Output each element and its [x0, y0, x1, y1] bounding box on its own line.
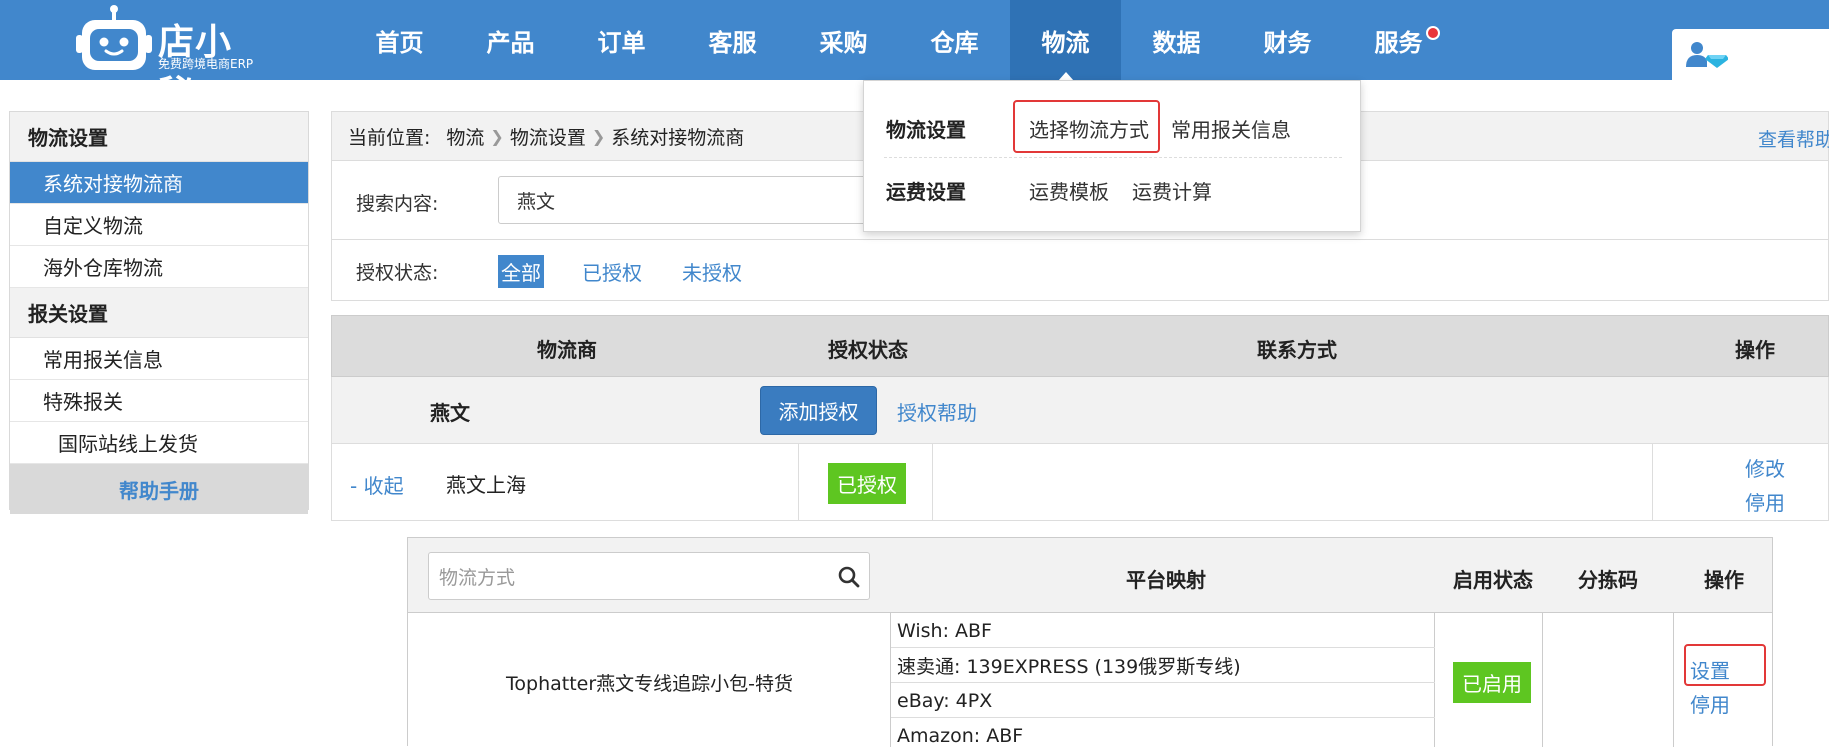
sidebar-group-logistics-settings: 物流设置 — [10, 112, 308, 162]
sidebar-help-manual[interactable]: 帮助手册 — [10, 464, 308, 514]
sidebar-group-customs-settings: 报关设置 — [10, 288, 308, 338]
sidebar-item-customs-info[interactable]: 常用报关信息 — [10, 338, 308, 380]
nav-home[interactable]: 首页 — [344, 0, 455, 80]
nav-warehouse[interactable]: 仓库 — [899, 0, 1010, 80]
column-header-auth-status: 授权状态 — [828, 338, 908, 362]
method-settings-link[interactable]: 设置 — [1680, 654, 1740, 688]
breadcrumb-item-current: 系统对接物流商 — [611, 126, 745, 149]
method-search-input[interactable]: 物流方式 — [428, 552, 870, 600]
status-badge: 已授权 — [828, 463, 906, 504]
menu-item-freight-template[interactable]: 运费模板 — [1029, 176, 1109, 205]
menu-item-freight-calculator[interactable]: 运费计算 — [1132, 176, 1212, 205]
nav-data[interactable]: 数据 — [1121, 0, 1232, 80]
main-nav: 首页 产品 订单 客服 采购 仓库 物流 数据 财务 服务 — [344, 0, 1454, 81]
cell-divider — [1673, 613, 1674, 747]
nav-finance[interactable]: 财务 — [1232, 0, 1343, 80]
column-header-method-actions: 操作 — [1704, 568, 1744, 592]
status-filter-all[interactable]: 全部 — [498, 255, 544, 288]
status-filter-authorized[interactable]: 已授权 — [579, 255, 645, 288]
add-authorization-button[interactable]: 添加授权 — [760, 386, 877, 435]
disable-account-link[interactable]: 停用 — [1735, 486, 1795, 520]
shipping-method-table: 物流方式 平台映射 启用状态 分拣码 操作 Tophatter燕文专线追踪小包-… — [407, 537, 1773, 747]
notification-dot — [1426, 26, 1440, 40]
column-header-enabled-status: 启用状态 — [1453, 568, 1533, 592]
nav-products[interactable]: 产品 — [455, 0, 566, 80]
method-table-header: 物流方式 平台映射 启用状态 分拣码 操作 — [408, 538, 1772, 613]
column-header-platform-mapping: 平台映射 — [1126, 568, 1206, 592]
breadcrumb-label: 当前位置: — [348, 126, 431, 149]
method-disable-link[interactable]: 停用 — [1680, 688, 1740, 722]
chevron-right-icon: ❯ — [490, 126, 504, 146]
dropdown-divider — [884, 157, 1342, 158]
sidebar-item-overseas-warehouse[interactable]: 海外仓库物流 — [10, 246, 308, 288]
user-diamond-icon — [1686, 42, 1728, 68]
robot-logo-icon — [76, 5, 152, 70]
brand-logo[interactable]: 店小秘 免费跨境电商ERP — [74, 3, 264, 115]
sidebar-item-special-customs[interactable]: 特殊报关 — [10, 380, 308, 422]
nav-purchasing[interactable]: 采购 — [788, 0, 899, 80]
nav-services-label: 服务 — [1374, 28, 1423, 57]
list-item: Amazon: ABF — [897, 725, 1024, 747]
cell-divider — [932, 444, 933, 520]
menu-item-select-shipping-method[interactable]: 选择物流方式 — [1029, 114, 1149, 143]
edit-account-link[interactable]: 修改 — [1735, 452, 1795, 486]
search-icon[interactable] — [837, 565, 861, 589]
account-actions: 修改 停用 — [1735, 452, 1795, 520]
carrier-name: 燕文 — [430, 401, 470, 425]
column-header-sort-code: 分拣码 — [1578, 568, 1638, 592]
menu-item-customs-info[interactable]: 常用报关信息 — [1171, 114, 1291, 143]
status-filter-unauthorized[interactable]: 未授权 — [679, 255, 745, 288]
chevron-right-icon: ❯ — [591, 126, 606, 146]
table-row: - 收起 燕文上海 已授权 修改 停用 — [331, 444, 1829, 521]
shipping-method-name: Tophatter燕文专线追踪小包-特货 — [506, 673, 794, 695]
cell-divider — [798, 444, 799, 520]
dropdown-group-logistics-settings: 物流设置 — [886, 118, 966, 142]
nav-logistics[interactable]: 物流 — [1010, 0, 1121, 81]
nav-orders[interactable]: 订单 — [566, 0, 677, 80]
account-name: 燕文上海 — [446, 473, 526, 497]
breadcrumb-item-logistics-settings[interactable]: 物流设置 — [510, 123, 586, 150]
user-menu[interactable] — [1672, 29, 1829, 80]
column-header-actions: 操作 — [1735, 338, 1775, 362]
list-item: Wish: ABF — [891, 614, 1435, 648]
filter-divider — [332, 239, 1828, 240]
cell-divider — [1652, 444, 1653, 520]
list-item: 速卖通: 139EXPRESS (139俄罗斯专线) — [891, 649, 1435, 683]
nav-customer-service[interactable]: 客服 — [677, 0, 788, 80]
column-header-carrier: 物流商 — [537, 338, 597, 362]
method-search-placeholder: 物流方式 — [439, 566, 516, 589]
carrier-group-row: 燕文 添加授权 授权帮助 — [331, 377, 1829, 444]
sidebar-item-system-carriers[interactable]: 系统对接物流商 — [10, 162, 308, 204]
view-help-link[interactable]: 查看帮助 — [1758, 125, 1829, 152]
collapse-toggle[interactable]: - 收起 — [350, 470, 404, 499]
brand-tagline: 免费跨境电商ERP — [158, 57, 254, 71]
column-header-contact: 联系方式 — [1257, 338, 1337, 362]
top-header: 店小秘 免费跨境电商ERP 首页 产品 订单 客服 采购 仓库 物流 数据 财务… — [0, 0, 1829, 115]
search-label: 搜索内容: — [356, 193, 439, 215]
nav-services[interactable]: 服务 — [1343, 0, 1454, 80]
dropdown-group-freight-settings: 运费设置 — [886, 180, 966, 204]
list-item: eBay: 4PX — [891, 684, 1435, 718]
sidebar-item-custom-logistics[interactable]: 自定义物流 — [10, 204, 308, 246]
auth-status-label: 授权状态: — [356, 262, 439, 284]
sidebar: 物流设置 系统对接物流商 自定义物流 海外仓库物流 报关设置 常用报关信息 特殊… — [9, 111, 309, 514]
sidebar-item-intl-online-shipping[interactable]: 国际站线上发货 — [10, 422, 308, 464]
authorization-help-link[interactable]: 授权帮助 — [897, 397, 977, 426]
breadcrumb-item-logistics[interactable]: 物流 — [446, 123, 484, 150]
enabled-status-badge: 已启用 — [1453, 662, 1531, 703]
logistics-dropdown-menu: 物流设置 选择物流方式 常用报关信息 运费设置 运费模板 运费计算 — [863, 80, 1361, 232]
method-actions: 设置 停用 — [1680, 654, 1740, 722]
cell-divider — [1542, 613, 1543, 747]
carrier-table-header: 物流商 授权状态 联系方式 操作 — [331, 315, 1829, 377]
